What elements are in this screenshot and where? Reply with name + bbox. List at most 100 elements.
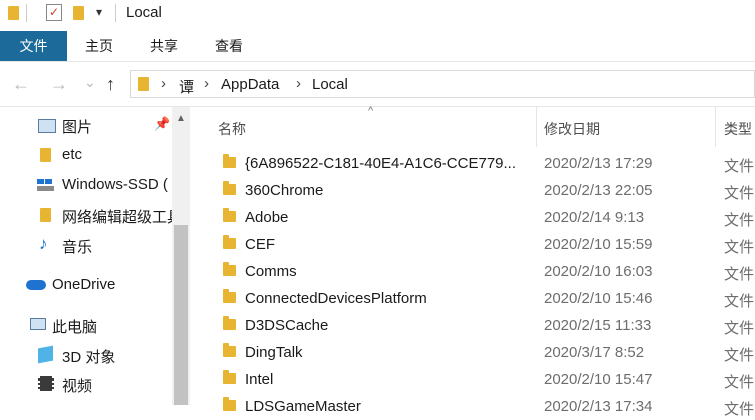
scroll-up-icon[interactable]: ▲ bbox=[176, 113, 186, 124]
tab-view[interactable]: 查看 bbox=[208, 31, 250, 61]
sidebar-item-this-pc[interactable]: 此电脑 bbox=[0, 312, 172, 340]
sidebar-item-label: 视频 bbox=[62, 378, 93, 395]
sidebar-item-pictures[interactable]: 图片 📌 bbox=[0, 112, 172, 140]
sidebar-item-windows-ssd[interactable]: Windows-SSD ( bbox=[0, 172, 172, 200]
navigation-scrollbar[interactable]: ▲ bbox=[172, 107, 190, 405]
cube-icon bbox=[38, 345, 53, 364]
up-icon[interactable]: ↑ bbox=[106, 74, 115, 94]
file-date: 2020/2/14 9:13 bbox=[544, 209, 645, 226]
sidebar-item-label: OneDrive bbox=[52, 276, 116, 293]
file-type: 文件 bbox=[724, 374, 755, 391]
address-bar[interactable]: › 谭 › AppData › Local bbox=[130, 70, 755, 98]
folder-icon bbox=[223, 154, 236, 168]
table-row[interactable]: 360Chrome 2020/2/13 22:05 文件 bbox=[190, 177, 755, 204]
sort-ascending-icon: ^ bbox=[368, 105, 374, 117]
music-icon: ♪ bbox=[39, 234, 48, 253]
file-name: Intel bbox=[245, 371, 274, 388]
sidebar-item-onedrive[interactable]: OneDrive bbox=[0, 272, 172, 300]
table-row[interactable]: LDSGameMaster 2020/2/13 17:34 文件 bbox=[190, 393, 755, 420]
sidebar-item-videos[interactable]: 视频 bbox=[0, 371, 172, 399]
file-type: 文件 bbox=[724, 266, 755, 283]
file-date: 2020/2/10 15:46 bbox=[544, 290, 653, 307]
folder-icon bbox=[223, 208, 236, 222]
breadcrumb-separator[interactable]: › bbox=[161, 75, 166, 92]
window-title: Local bbox=[126, 4, 162, 21]
sidebar-item-label: 3D 对象 bbox=[62, 349, 116, 366]
file-date: 2020/2/13 17:29 bbox=[544, 155, 653, 172]
breadcrumb-local[interactable]: Local bbox=[312, 76, 348, 93]
back-icon[interactable]: ← bbox=[12, 74, 30, 94]
folder-icon bbox=[223, 397, 236, 411]
file-name: CEF bbox=[245, 236, 275, 253]
quick-access-dropdown-icon[interactable]: ▾ bbox=[96, 5, 102, 19]
file-type: 文件 bbox=[724, 293, 755, 310]
forward-icon[interactable]: → bbox=[50, 74, 68, 94]
table-row[interactable]: {6A896522-C181-40E4-A1C6-CCE779... 2020/2… bbox=[190, 150, 755, 177]
table-row[interactable]: D3DSCache 2020/2/15 11:33 文件 bbox=[190, 312, 755, 339]
file-name: DingTalk bbox=[245, 344, 303, 361]
file-type: 文件 bbox=[724, 239, 755, 256]
sidebar-item-3d-objects[interactable]: 3D 对象 bbox=[0, 342, 172, 370]
sidebar-item-label: 图片 bbox=[62, 119, 93, 136]
file-date: 2020/2/15 11:33 bbox=[544, 317, 652, 334]
file-list: ^ 名称 修改日期 类型 {6A896522-C181-40E4-A1C6-CC… bbox=[190, 105, 755, 418]
file-type: 文件 bbox=[724, 212, 755, 229]
sidebar-item-label: Windows-SSD ( bbox=[62, 176, 168, 193]
sidebar-item-music[interactable]: ♪ 音乐 bbox=[0, 232, 172, 260]
column-divider[interactable] bbox=[715, 107, 716, 147]
file-type: 文件 bbox=[724, 185, 755, 202]
column-header-type[interactable]: 类型 bbox=[724, 119, 752, 139]
file-name: D3DSCache bbox=[245, 317, 329, 334]
folder-icon bbox=[223, 316, 236, 330]
computer-icon bbox=[30, 318, 46, 330]
tab-file[interactable]: 文件 bbox=[0, 31, 67, 61]
pin-icon[interactable]: 📌 bbox=[154, 116, 170, 132]
column-header-name[interactable]: 名称 bbox=[218, 119, 246, 139]
breadcrumb-appdata[interactable]: AppData bbox=[221, 76, 279, 93]
breadcrumb-separator[interactable]: › bbox=[296, 75, 301, 92]
file-date: 2020/2/10 15:47 bbox=[544, 371, 653, 388]
ribbon-tabs: 文件 主页 共享 查看 bbox=[0, 31, 755, 62]
folder-icon bbox=[40, 148, 51, 162]
file-date: 2020/3/17 8:52 bbox=[544, 344, 645, 361]
folder-icon bbox=[223, 262, 236, 276]
folder-icon bbox=[138, 77, 149, 91]
sidebar-item-network-tools[interactable]: 网络编辑超级工具 bbox=[0, 202, 172, 230]
divider bbox=[115, 4, 116, 22]
table-row[interactable]: CEF 2020/2/10 15:59 文件 bbox=[190, 231, 755, 258]
file-name: 360Chrome bbox=[245, 182, 324, 199]
table-row[interactable]: Adobe 2020/2/14 9:13 文件 bbox=[190, 204, 755, 231]
sidebar-item-etc[interactable]: etc bbox=[0, 142, 172, 170]
navigation-bar: ← → ⌄ ↑ › 谭 › AppData › Local bbox=[0, 62, 755, 107]
file-date: 2020/2/10 15:59 bbox=[544, 236, 653, 253]
column-header-date[interactable]: 修改日期 bbox=[544, 119, 600, 139]
sidebar-item-label: 网络编辑超级工具 bbox=[62, 209, 172, 226]
tab-home[interactable]: 主页 bbox=[78, 31, 120, 61]
table-row[interactable]: Comms 2020/2/10 16:03 文件 bbox=[190, 258, 755, 285]
table-row[interactable]: Intel 2020/2/10 15:47 文件 bbox=[190, 366, 755, 393]
new-folder-icon[interactable] bbox=[73, 6, 84, 20]
folder-icon bbox=[8, 6, 19, 20]
table-row[interactable]: DingTalk 2020/3/17 8:52 文件 bbox=[190, 339, 755, 366]
navigation-pane: 图片 📌 etc Windows-SSD ( 网络编辑超级工具 ♪ 音乐 One… bbox=[0, 107, 190, 405]
scrollbar-thumb[interactable] bbox=[174, 225, 188, 405]
file-type: 文件 bbox=[724, 347, 755, 364]
table-row[interactable]: ConnectedDevicesPlatform 2020/2/10 15:46 文… bbox=[190, 285, 755, 312]
file-name: Comms bbox=[245, 263, 297, 280]
folder-icon bbox=[223, 343, 236, 357]
title-bar: ✓ ▾ Local bbox=[0, 0, 755, 27]
column-divider[interactable] bbox=[536, 107, 537, 147]
breadcrumb-separator[interactable]: › bbox=[204, 75, 209, 92]
properties-icon[interactable]: ✓ bbox=[46, 4, 62, 21]
tab-share[interactable]: 共享 bbox=[143, 31, 185, 61]
recent-locations-icon[interactable]: ⌄ bbox=[84, 72, 96, 92]
sidebar-item-label: 此电脑 bbox=[52, 319, 98, 336]
file-type: 文件 bbox=[724, 320, 755, 337]
file-type: 文件 bbox=[724, 401, 755, 418]
folder-icon bbox=[40, 208, 51, 222]
drive-icon bbox=[37, 179, 54, 191]
sidebar-item-label: 音乐 bbox=[62, 239, 93, 256]
folder-icon bbox=[223, 181, 236, 195]
breadcrumb-user[interactable]: 谭 bbox=[179, 76, 194, 97]
sidebar-item-label: etc bbox=[62, 146, 83, 163]
